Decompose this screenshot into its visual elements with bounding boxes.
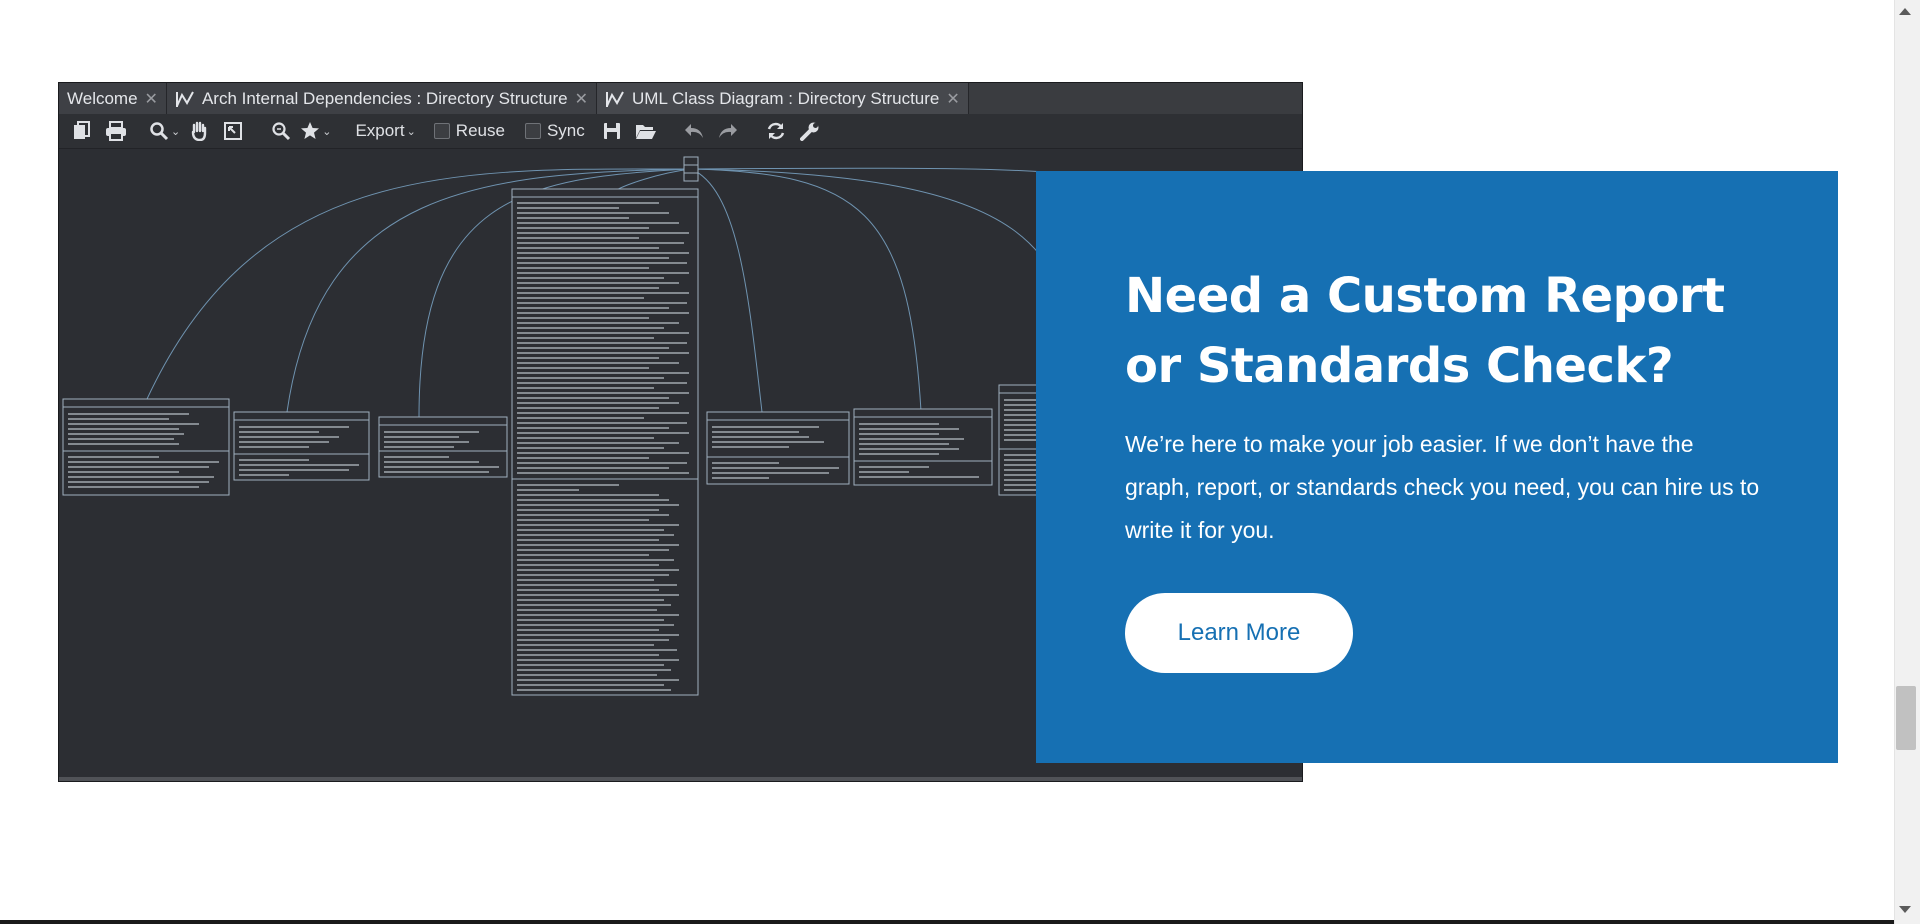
custom-report-cta: Need a Custom Report or Standards Check?…: [1036, 171, 1838, 763]
class-node: [378, 416, 508, 478]
tab-uml-class-diagram[interactable]: UML Class Diagram : Directory Structure …: [597, 83, 969, 114]
checkbox-box[interactable]: [433, 123, 450, 139]
save-icon[interactable]: [597, 117, 627, 145]
page-bottom-edge: [0, 920, 1894, 924]
print-icon[interactable]: [101, 117, 131, 145]
tab-welcome[interactable]: Welcome ✕: [59, 83, 167, 114]
panel-bottom-edge: [59, 777, 1302, 781]
diagram-toolbar: ⌄ ⌄ Export ⌄ Reuse Sync: [59, 114, 1302, 149]
reuse-checkbox[interactable]: Reuse: [433, 121, 505, 141]
class-node: [62, 398, 230, 496]
redo-icon[interactable]: [713, 117, 743, 145]
class-node: [853, 408, 993, 486]
export-menu[interactable]: Export ⌄: [349, 117, 421, 145]
graph-icon: [175, 89, 195, 109]
export-label: Export: [355, 121, 405, 140]
central-class-node: [511, 188, 699, 696]
close-icon[interactable]: ✕: [145, 89, 158, 109]
copy-icon[interactable]: [67, 117, 97, 145]
scroll-down-icon[interactable]: [1899, 906, 1911, 913]
tab-label: Welcome: [67, 88, 138, 108]
close-icon[interactable]: ✕: [575, 89, 588, 109]
root-class-node: [683, 156, 699, 182]
tab-label: Arch Internal Dependencies : Directory S…: [201, 88, 568, 108]
close-icon[interactable]: ✕: [946, 89, 959, 109]
scrollbar-thumb[interactable]: [1896, 686, 1916, 750]
sync-label: Sync: [546, 121, 585, 140]
hand-icon[interactable]: [184, 117, 214, 145]
cta-body: We’re here to make your job easier. If w…: [1125, 431, 1760, 543]
class-node: [233, 411, 370, 481]
tab-bar: Welcome ✕ Arch Internal Dependencies : D…: [59, 83, 1302, 115]
checkbox-box[interactable]: [524, 123, 541, 139]
tab-label: UML Class Diagram : Directory Structure: [632, 88, 940, 108]
class-node: [706, 411, 850, 485]
cta-title: Need a Custom Report or Standards Check?: [1125, 268, 1725, 394]
graph-icon: [605, 89, 625, 109]
chevron-down-icon: ⌄: [322, 125, 332, 138]
tab-arch-internal-dependencies[interactable]: Arch Internal Dependencies : Directory S…: [166, 83, 598, 114]
zoom-fit-icon[interactable]: [266, 117, 296, 145]
wrench-icon[interactable]: [795, 117, 825, 145]
fit-icon[interactable]: [218, 117, 248, 145]
page-scrollbar[interactable]: [1894, 0, 1920, 924]
refresh-icon[interactable]: [761, 117, 791, 145]
sync-checkbox[interactable]: Sync: [524, 121, 585, 141]
star-icon[interactable]: ⌄: [300, 117, 331, 145]
reuse-label: Reuse: [455, 121, 505, 140]
scroll-up-icon[interactable]: [1899, 8, 1911, 15]
chevron-down-icon: ⌄: [406, 125, 416, 138]
open-folder-icon[interactable]: [631, 117, 661, 145]
zoom-icon[interactable]: ⌄: [149, 117, 180, 145]
chevron-down-icon: ⌄: [171, 125, 181, 138]
learn-more-button[interactable]: Learn More: [1125, 593, 1353, 673]
undo-icon[interactable]: [679, 117, 709, 145]
